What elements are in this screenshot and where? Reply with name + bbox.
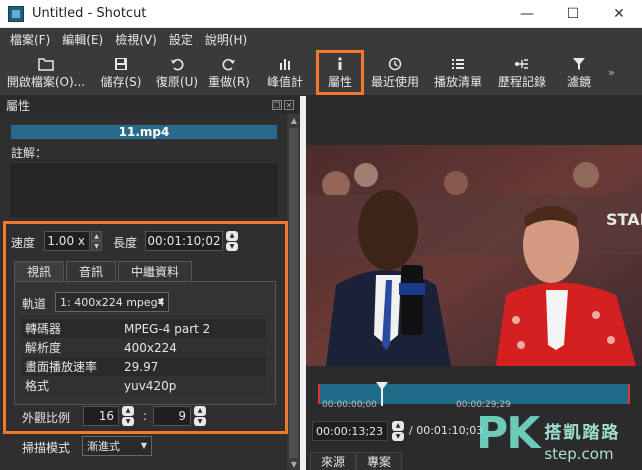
maximize-button[interactable]: ☐ — [550, 0, 596, 28]
title-bar: Untitled - Shotcut — ☐ ✕ — [0, 0, 642, 28]
watermark-name: 搭凱踏路 — [544, 423, 621, 443]
redo-button[interactable]: 重做(R) — [204, 50, 254, 95]
site-watermark: PK 搭凱踏路 step.com — [476, 408, 621, 464]
watermark-url: step.com — [544, 445, 614, 463]
peak-meter-icon — [278, 55, 292, 73]
clip-name-bar: 11.mp4 — [11, 125, 277, 139]
total-duration: / 00:01:10;03 — [409, 424, 484, 437]
redo-label: 重做(R) — [208, 75, 250, 89]
player-tabs: 來源 專案 — [310, 452, 403, 470]
timeline-ruler[interactable]: 00:00:00;00 00:00:29;29 — [312, 382, 636, 410]
panel-scrollbar[interactable]: ▲ ▼ — [286, 114, 300, 470]
info-icon — [335, 55, 345, 73]
window-title: Untitled - Shotcut — [32, 6, 147, 21]
shotcut-app-icon — [8, 5, 24, 22]
tab-source[interactable]: 來源 — [310, 452, 357, 470]
float-panel-icon[interactable]: ❐ — [272, 100, 282, 110]
recent-button[interactable]: 最近使用 — [364, 50, 426, 95]
properties-label: 屬性 — [327, 75, 352, 89]
panel-title: 屬性 — [6, 98, 31, 113]
scan-mode-label: 掃描模式 — [22, 441, 71, 455]
video-preview: STAR — [306, 145, 642, 366]
main-toolbar: 開啟檔案(O)... 儲存(S) 復原(U) 重做(R) 峰值計 屬性 最近使用… — [0, 50, 642, 96]
menu-edit[interactable]: 編輯(E) — [56, 31, 109, 48]
open-file-button[interactable]: 開啟檔案(O)... — [0, 50, 92, 95]
menu-bar: 檔案(F) 編輯(E) 檢視(V) 設定 說明(H) — [0, 28, 642, 50]
properties-button[interactable]: 屬性 — [316, 50, 364, 95]
clock-icon — [388, 55, 402, 73]
toolbar-overflow-button[interactable]: » — [604, 50, 619, 95]
history-label: 歷程記錄 — [497, 75, 546, 89]
recent-label: 最近使用 — [370, 75, 419, 89]
playlist-icon — [451, 55, 465, 73]
history-button[interactable]: 歷程記錄 — [490, 50, 554, 95]
notes-textarea[interactable] — [11, 164, 277, 217]
folder-icon — [38, 55, 54, 73]
open-file-label: 開啟檔案(O)... — [6, 75, 86, 89]
undo-button[interactable]: 復原(U) — [150, 50, 204, 95]
filters-label: 濾鏡 — [566, 75, 591, 89]
watermark-logo: PK — [476, 408, 540, 459]
undo-label: 復原(U) — [155, 75, 199, 89]
panel-header: 屬性 ❐ ✕ — [0, 96, 300, 114]
menu-view[interactable]: 檢視(V) — [109, 31, 163, 48]
close-panel-icon[interactable]: ✕ — [284, 100, 294, 110]
playlist-button[interactable]: 播放清單 — [426, 50, 490, 95]
save-icon — [114, 55, 128, 73]
filters-button[interactable]: 濾鏡 — [554, 50, 604, 95]
tab-project[interactable]: 專案 — [356, 452, 403, 470]
menu-help[interactable]: 說明(H) — [199, 31, 253, 48]
minimize-button[interactable]: — — [504, 0, 550, 28]
timecode-stepper[interactable]: ▲ ▼ — [392, 421, 404, 441]
chevron-down-icon: ▼ — [140, 441, 147, 450]
scroll-up-icon[interactable]: ▲ — [287, 114, 301, 126]
peak-meter-label: 峰值計 — [266, 75, 303, 89]
save-label: 儲存(S) — [100, 75, 142, 89]
highlight-box — [3, 221, 288, 434]
scroll-down-icon[interactable]: ▼ — [287, 458, 301, 470]
notes-label: 註解： — [11, 146, 48, 160]
filter-icon — [572, 55, 586, 73]
menu-file[interactable]: 檔案(F) — [4, 31, 56, 48]
timeline-ticks: 00:00:00;00 00:00:29;29 — [318, 400, 630, 410]
svg-text:STAR: STAR — [606, 210, 642, 229]
peak-meter-button[interactable]: 峰值計 — [254, 50, 316, 95]
menu-settings[interactable]: 設定 — [163, 31, 199, 48]
playlist-label: 播放清單 — [433, 75, 482, 89]
history-icon — [514, 55, 530, 73]
scroll-thumb[interactable] — [289, 128, 298, 458]
scan-mode-value: 漸進式 — [87, 440, 120, 453]
save-button[interactable]: 儲存(S) — [92, 50, 150, 95]
redo-icon — [222, 55, 236, 73]
close-button[interactable]: ✕ — [596, 0, 642, 28]
video-frame-image: STAR — [306, 145, 642, 366]
undo-icon — [170, 55, 184, 73]
scan-mode-select[interactable]: 漸進式 ▼ — [82, 436, 152, 456]
timeline-start-label: 00:00:00;00 — [322, 400, 377, 410]
current-timecode-input[interactable]: 00:00:13;23 — [312, 421, 388, 441]
next-field-cutoff — [22, 462, 172, 470]
